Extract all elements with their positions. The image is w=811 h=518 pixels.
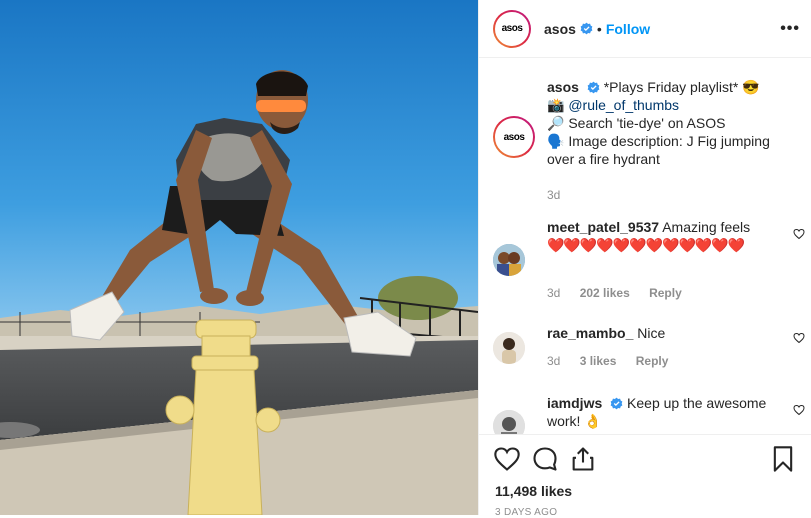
comment-username[interactable]: iamdjws — [547, 395, 602, 411]
header-username[interactable]: asos — [544, 21, 576, 37]
photo-illustration — [0, 0, 478, 515]
follow-button[interactable]: Follow — [606, 21, 650, 37]
comment-text: Nice — [637, 325, 666, 341]
more-icon[interactable]: ••• — [780, 20, 800, 38]
caption-text: asos *Plays Friday playlist* 😎 📸 @rule_o… — [547, 78, 797, 204]
comment-meta: 3d 202 likes Reply — [547, 286, 698, 300]
heart-icon[interactable] — [793, 332, 805, 344]
heart-icon[interactable] — [493, 445, 521, 473]
verified-icon — [580, 22, 593, 35]
bookmark-icon[interactable] — [769, 445, 797, 473]
comment-likes[interactable]: 202 likes — [580, 286, 630, 300]
comment-likes[interactable]: 3 likes — [580, 354, 617, 368]
camera-emoji: 📸 — [547, 97, 565, 113]
header-user-info: asos • Follow — [544, 21, 650, 37]
comment-username[interactable]: meet_patel_9537 — [547, 219, 659, 235]
comment-avatar[interactable] — [493, 410, 525, 434]
reply-button[interactable]: Reply — [636, 354, 669, 368]
header-avatar[interactable]: asos — [493, 9, 531, 48]
verified-icon — [610, 397, 623, 410]
share-icon[interactable] — [569, 445, 597, 473]
caption-avatar[interactable]: asos — [493, 116, 535, 158]
instagram-post: asos asos • Follow ••• asos asos *Plays … — [0, 0, 811, 518]
comment-time: 3d — [547, 354, 561, 368]
post-timestamp: 3 DAYS AGO — [495, 507, 558, 518]
post-sidebar: asos asos • Follow ••• asos asos *Plays … — [478, 0, 811, 518]
post-header: asos asos • Follow ••• — [479, 0, 811, 58]
post-actions: 11,498 likes 3 DAYS AGO — [479, 434, 811, 518]
verified-icon — [587, 81, 600, 94]
comment-avatar[interactable] — [493, 244, 525, 276]
caption-mention[interactable]: @rule_of_thumbs — [568, 97, 679, 113]
comment-icon[interactable] — [531, 445, 559, 473]
caption-time: 3d — [547, 188, 561, 202]
likes-count[interactable]: 11,498 likes — [495, 483, 572, 499]
post-photo[interactable] — [0, 0, 478, 515]
caption-line-4: 🗣️ Image description: J Fig jumping over… — [547, 133, 770, 167]
comment-time: 3d — [547, 286, 561, 300]
caption-line-1: *Plays Friday playlist* 😎 — [603, 79, 760, 95]
comment-text: Amazing feels — [662, 219, 751, 235]
caption-line-3: 🔎 Search 'tie-dye' on ASOS — [547, 115, 726, 131]
reply-button[interactable]: Reply — [649, 286, 682, 300]
heart-icon[interactable] — [793, 404, 805, 416]
comment-username[interactable]: rae_mambo_ — [547, 325, 633, 341]
caption-username[interactable]: asos — [547, 79, 579, 95]
comments-section[interactable]: asos asos *Plays Friday playlist* 😎 📸 @r… — [479, 58, 811, 434]
asos-logo: asos — [503, 131, 525, 143]
header-separator: • — [596, 20, 602, 37]
comment-avatar[interactable] — [493, 332, 525, 364]
comment-hearts: ❤️❤️❤️❤️❤️❤️❤️❤️❤️❤️❤️❤️ — [547, 237, 745, 253]
heart-icon[interactable] — [793, 228, 805, 240]
asos-logo: asos — [501, 23, 523, 34]
comment-meta: 3d 3 likes Reply — [547, 354, 684, 368]
